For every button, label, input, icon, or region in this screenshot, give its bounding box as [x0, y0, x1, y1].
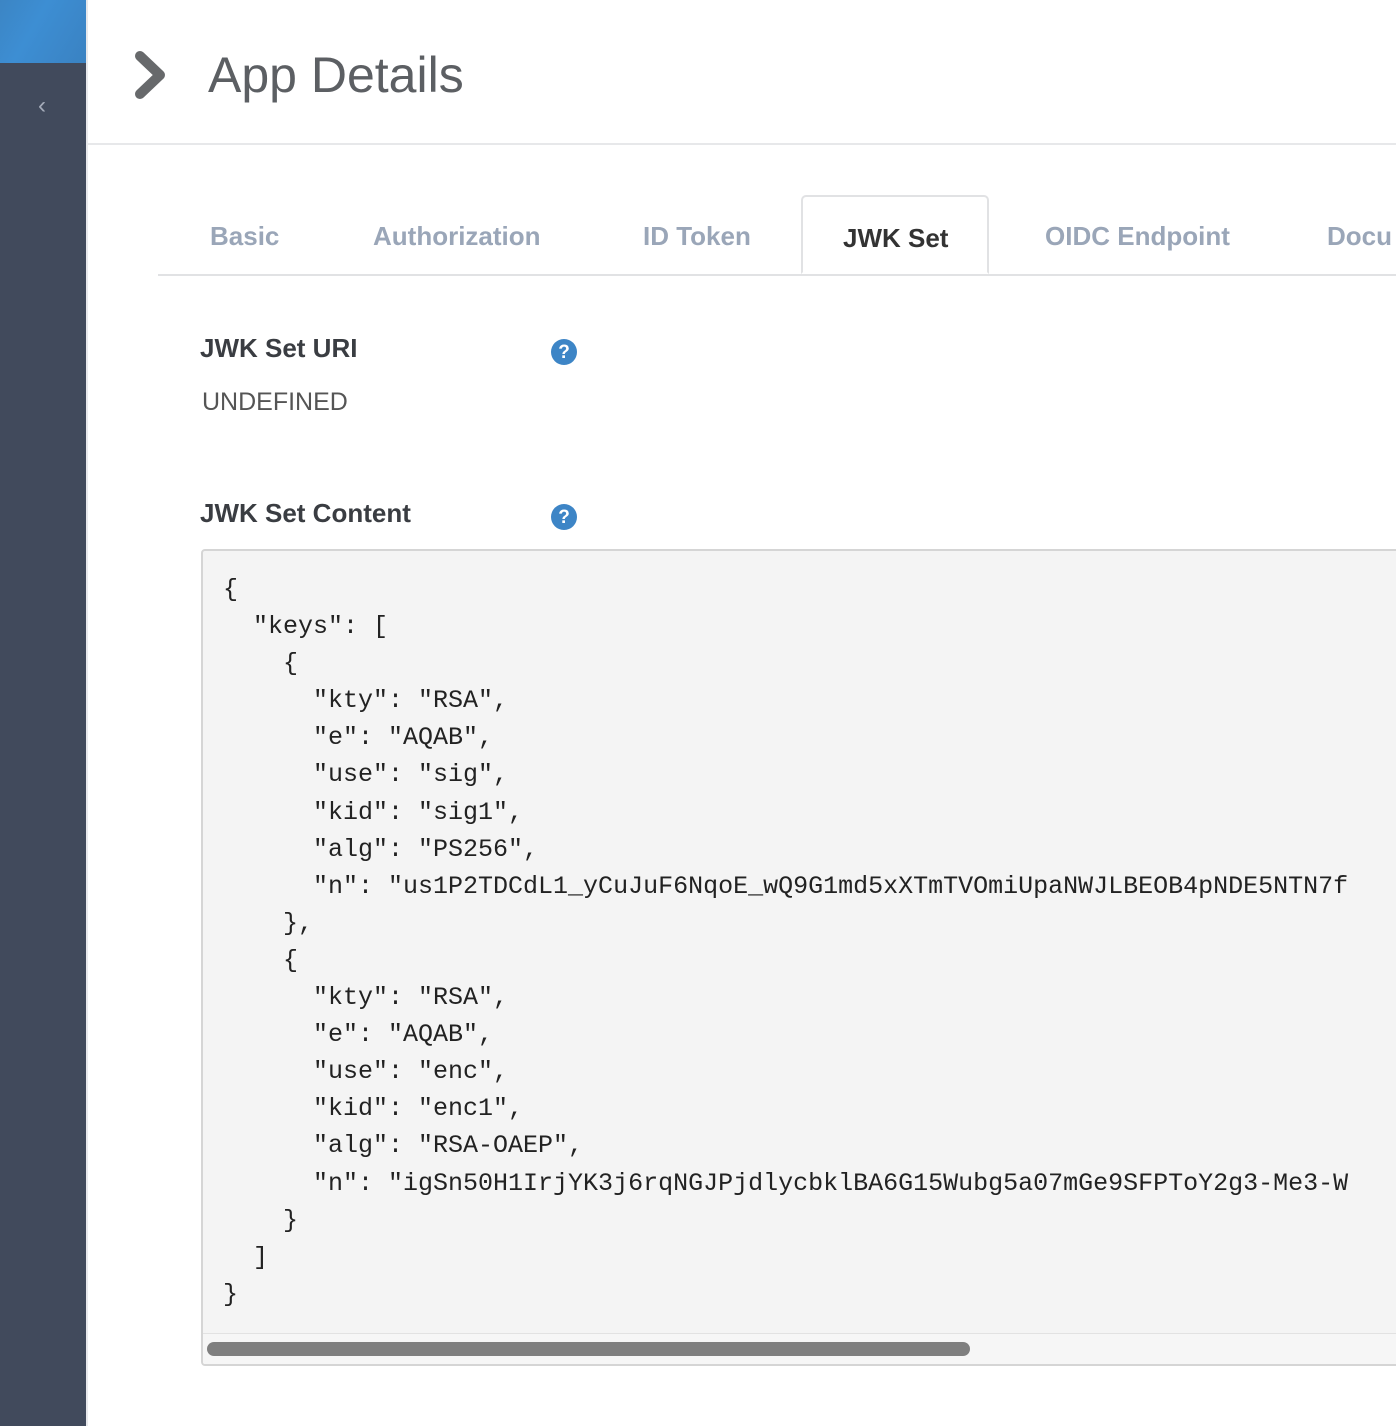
code-line: "e": "AQAB",	[223, 723, 494, 753]
collapse-sidebar-icon[interactable]: ‹	[30, 92, 54, 120]
page-header: App Details	[88, 0, 1396, 145]
code-line: "e": "AQAB",	[223, 1020, 494, 1050]
jwk-set-content-label: JWK Set Content	[200, 498, 411, 528]
jwk-set-uri-value: UNDEFINED	[202, 388, 348, 416]
tab-documentation[interactable]: Docu	[1327, 195, 1392, 274]
tab-jwk-set[interactable]: JWK Set	[801, 195, 989, 274]
jwk-set-content-code[interactable]: { "keys": [ { "kty": "RSA", "e": "AQAB",…	[201, 549, 1396, 1366]
page-title: App Details	[208, 47, 464, 103]
chevron-right-icon	[135, 51, 165, 99]
jwk-set-uri-label: JWK Set URI	[200, 333, 358, 363]
tab-oidc-endpoint[interactable]: OIDC Endpoint	[1045, 195, 1230, 274]
code-line: }	[223, 1205, 299, 1235]
code-line: "kid": "sig1",	[223, 797, 524, 827]
code-line: "n": "us1P2TDCdL1_yCuJuF6NqoE_wQ9G1md5xX…	[223, 871, 1349, 901]
help-icon[interactable]: ?	[551, 339, 577, 365]
code-line: {	[223, 575, 239, 604]
code-line: "kty": "RSA",	[223, 983, 509, 1013]
code-line: "n": "igSn50H1IrjYK3j6rqNGJPjdlycbklBA6G…	[223, 1168, 1349, 1198]
sidebar: ‹	[0, 0, 86, 1426]
code-line: }	[223, 1279, 239, 1309]
code-lines: { "keys": [ { "kty": "RSA", "e": "AQAB",…	[223, 571, 1348, 1313]
code-line: ]	[223, 1242, 269, 1272]
code-line: "use": "sig",	[223, 760, 509, 790]
scrollbar-thumb[interactable]	[207, 1342, 970, 1356]
tab-bar: Basic Authorization ID Token JWK Set OID…	[158, 195, 1396, 276]
code-line: "kid": "enc1",	[223, 1094, 524, 1124]
horizontal-scrollbar[interactable]	[203, 1333, 1396, 1364]
logo[interactable]	[0, 0, 86, 63]
tab-id-token[interactable]: ID Token	[643, 195, 751, 274]
divider	[86, 0, 88, 1426]
code-line: {	[223, 945, 299, 975]
help-icon[interactable]: ?	[551, 504, 577, 530]
tab-basic[interactable]: Basic	[210, 195, 279, 274]
code-line: {	[223, 649, 299, 679]
code-line: "alg": "RSA-OAEP",	[223, 1131, 584, 1161]
code-line: },	[223, 908, 314, 938]
tab-authorization[interactable]: Authorization	[373, 195, 541, 274]
code-line: "kty": "RSA",	[223, 686, 509, 716]
code-line: "alg": "PS256",	[223, 834, 539, 864]
code-line: "keys": [	[223, 612, 389, 642]
code-line: "use": "enc",	[223, 1057, 509, 1087]
